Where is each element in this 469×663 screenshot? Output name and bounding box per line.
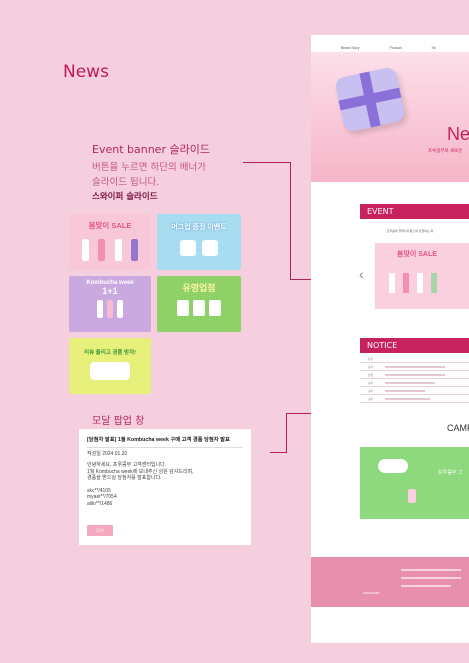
notice-row[interactable]: 공지 — [360, 379, 469, 387]
connector-line — [286, 413, 287, 453]
banner-review-event[interactable]: 리뷰 올리고 경품 받자! — [69, 338, 151, 394]
camp-title: CAMP — [447, 423, 469, 433]
banner-store-open[interactable]: 유영업점 — [157, 276, 241, 332]
hero-title: Ne — [447, 124, 469, 144]
event-slide-banner[interactable]: 봄맞이 SALE — [375, 243, 469, 309]
banner-text: 리뷰 올리고 경품 받자! — [84, 350, 136, 356]
modal-section-heading: 모달 팝업 창 — [92, 416, 145, 427]
banner-mug-event[interactable]: 머그컵 증정 이벤트 — [157, 214, 241, 270]
notice-table: 분류 공지 당첨 공지 공지 공지 — [360, 355, 469, 403]
banner-spring-sale[interactable]: 봄맞이 SALE — [69, 214, 151, 270]
banner-subtext: 1+1 — [102, 286, 118, 296]
notice-header: 분류 — [360, 355, 469, 363]
desc-line-1: 버튼을 누르면 하단의 배너가 — [92, 162, 206, 173]
footer-logo: FRUKOMBU — [363, 591, 381, 595]
event-section-description: 버튼을 누르면 하단의 배너가 슬라이드 됩니다. 스와이퍼 슬라이드 — [92, 160, 206, 205]
event-section-heading: Event banner 슬라이드 — [92, 143, 210, 156]
modal-body-3: 경품을 받으실 당첨자를 발표합니다. — [87, 475, 162, 481]
modal-popup: [당첨자 발표] 1월 Kombucha week 구매 고객 경품 당첨자 발… — [79, 429, 251, 545]
camp-banner-text: 프루콤부 그 — [438, 470, 463, 476]
modal-close-button[interactable]: 닫기 — [87, 525, 113, 536]
banner-text: 봄맞이 SALE — [88, 221, 132, 230]
desc-bold: 스와이퍼 슬라이드 — [92, 192, 158, 202]
banner-text: 유영업점 — [182, 283, 216, 293]
slider-prev-icon[interactable]: ‹ — [359, 266, 364, 282]
nav-more[interactable]: Se — [432, 46, 436, 50]
notice-row[interactable]: 공지 — [360, 363, 469, 371]
camp-banner[interactable]: 프루콤부 그 — [360, 447, 469, 519]
modal-date: 작성일 2024.01.20 — [87, 450, 128, 457]
event-slide-text: 봄맞이 SALE — [397, 251, 437, 258]
notice-row[interactable]: 공지 — [360, 387, 469, 395]
notice-row[interactable]: 공지 — [360, 395, 469, 403]
notice-row[interactable]: 당첨 — [360, 371, 469, 379]
connector-line — [243, 162, 290, 163]
site-footer: FRUKOMBU — [311, 557, 469, 607]
hero-subtitle: 프루콤부와 새로운 — [428, 148, 463, 153]
modal-title: [당첨자 발표] 1월 Kombucha week 구매 고객 경품 당첨자 발… — [87, 437, 243, 448]
banner-kombucha-week[interactable]: Kombucha week 1+1 — [69, 276, 151, 332]
page-title: News — [63, 62, 109, 82]
site-hero: Ne 프루콤부와 새로운 — [311, 52, 469, 182]
website-mockup: Brand Story Product Se Ne 프루콤부와 새로운 EVEN… — [311, 35, 469, 643]
event-label: EVENT — [360, 204, 469, 219]
site-nav: Brand Story Product Se — [311, 35, 469, 52]
desc-line-2: 슬라이드 됩니다. — [92, 177, 160, 188]
notice-label: NOTICE — [360, 338, 469, 353]
nav-brand-story[interactable]: Brand Story — [341, 46, 359, 50]
modal-winner: ailin**/1486 — [87, 500, 113, 507]
gift-box-icon — [333, 66, 407, 133]
nav-product[interactable]: Product — [389, 46, 401, 50]
connector-line — [290, 162, 291, 279]
banner-text: 머그컵 증정 이벤트 — [171, 224, 227, 231]
connector-line — [270, 452, 286, 453]
